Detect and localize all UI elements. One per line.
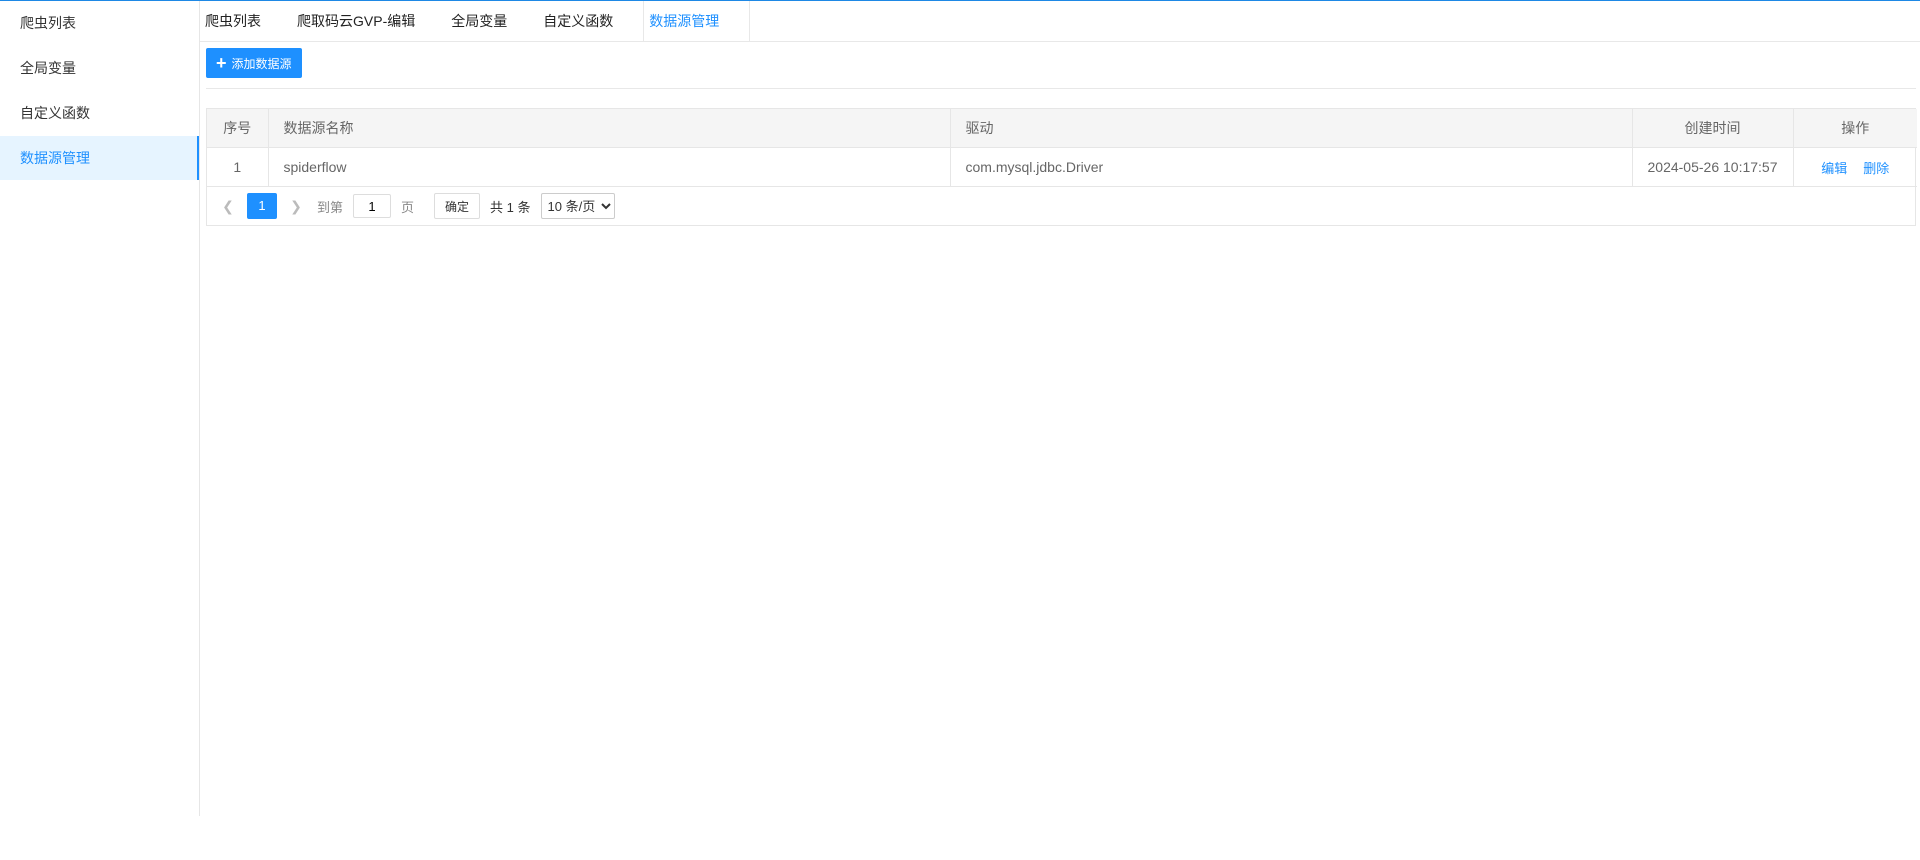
column-header-created: 创建时间: [1632, 109, 1794, 148]
main-content: 爬虫列表 爬取码云GVP-编辑 全局变量 自定义函数 数据源管理 + 添加数据源…: [200, 1, 1920, 816]
cell-driver: com.mysql.jdbc.Driver: [950, 147, 1633, 187]
page-size-select[interactable]: 10 条/页: [540, 193, 615, 219]
tab-bar: 爬虫列表 爬取码云GVP-编辑 全局变量 自定义函数 数据源管理: [200, 1, 1920, 42]
edit-link[interactable]: 编辑: [1821, 161, 1847, 176]
goto-page-input[interactable]: [353, 194, 392, 218]
cell-name: spiderflow: [268, 147, 951, 187]
add-datasource-button[interactable]: + 添加数据源: [206, 48, 302, 78]
page-unit-label: 页: [401, 199, 415, 215]
table-row: 1 spiderflow com.mysql.jdbc.Driver 2024-…: [207, 147, 1917, 187]
tab-datasource-management[interactable]: 数据源管理: [643, 1, 751, 41]
sidebar: 爬虫列表 全局变量 自定义函数 数据源管理: [0, 1, 200, 816]
tab-spider-list[interactable]: 爬虫列表: [200, 1, 279, 41]
column-header-actions: 操作: [1793, 109, 1917, 148]
prev-page-icon[interactable]: ❮: [217, 198, 239, 215]
cell-created: 2024-05-26 10:17:57: [1632, 147, 1794, 187]
sidebar-item-global-variables[interactable]: 全局变量: [0, 46, 199, 90]
tab-global-variables[interactable]: 全局变量: [433, 1, 525, 41]
pagination: ❮ 1 ❯ 到第 页 确定 共 1 条 10 条/页: [207, 187, 1915, 225]
goto-confirm-button[interactable]: 确定: [434, 193, 481, 219]
tab-spider-gvp-edit[interactable]: 爬取码云GVP-编辑: [279, 1, 433, 41]
goto-label: 到第: [317, 199, 344, 215]
delete-link[interactable]: 删除: [1863, 161, 1889, 176]
sidebar-item-custom-functions[interactable]: 自定义函数: [0, 91, 199, 135]
column-header-index: 序号: [207, 109, 269, 148]
datasource-table: 序号 数据源名称 驱动 创建时间 操作 1 spiderflow com.mys…: [206, 108, 1917, 226]
plus-icon: +: [216, 53, 227, 73]
column-header-name: 数据源名称: [268, 109, 951, 148]
cell-actions: 编辑 删除: [1793, 147, 1917, 187]
table-header-row: 序号 数据源名称 驱动 创建时间 操作: [207, 109, 1917, 148]
column-header-driver: 驱动: [950, 109, 1633, 148]
page-number-current[interactable]: 1: [247, 193, 277, 219]
add-datasource-label: 添加数据源: [231, 56, 292, 71]
total-count: 共 1 条: [490, 199, 531, 215]
cell-index: 1: [207, 147, 269, 187]
sidebar-item-datasource-management[interactable]: 数据源管理: [0, 136, 199, 180]
next-page-icon[interactable]: ❯: [285, 198, 307, 215]
toolbar: + 添加数据源: [206, 48, 1916, 89]
sidebar-item-spider-list[interactable]: 爬虫列表: [0, 1, 199, 45]
tab-custom-functions[interactable]: 自定义函数: [525, 1, 631, 41]
